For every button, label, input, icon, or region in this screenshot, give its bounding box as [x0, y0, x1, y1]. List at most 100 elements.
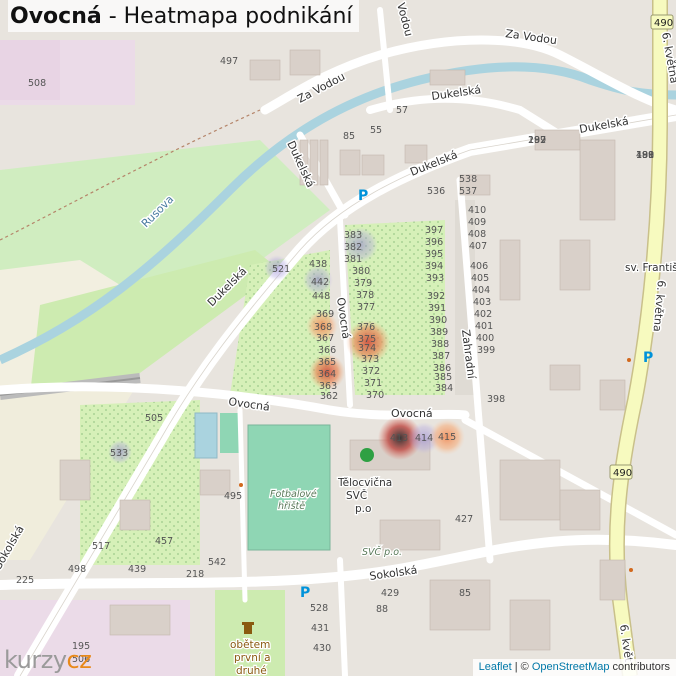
house-number: 378	[356, 290, 374, 301]
brand-kurzy: kurzy	[4, 646, 67, 674]
street-label: Ovocná	[391, 407, 433, 420]
house-number: 218	[186, 569, 204, 580]
football-pitch	[247, 424, 331, 551]
house-number: 431	[311, 623, 329, 634]
house-number: 85	[343, 131, 355, 142]
house-number: 393	[426, 273, 444, 284]
house-number: 381	[344, 254, 362, 265]
house-number: 429	[381, 588, 399, 599]
house-number: 395	[425, 249, 443, 260]
brand-logo[interactable]: kurzycz	[4, 646, 92, 674]
house-number: 384	[435, 383, 453, 394]
poi-label: první a	[234, 652, 271, 664]
house-number: 396	[425, 237, 443, 248]
title-rest: - Heatmapa podnikání	[101, 4, 353, 29]
house-number: 408	[468, 229, 486, 240]
house-number: 370	[366, 390, 384, 401]
poi-dot	[239, 483, 243, 487]
title-place: Ovocná	[10, 4, 102, 29]
house-number: 374	[358, 343, 376, 354]
house-number: 399	[477, 345, 495, 356]
house-number: 377	[357, 302, 375, 313]
house-number: 521	[272, 264, 290, 275]
house-number: 388	[431, 339, 449, 350]
house-number: 373	[361, 354, 379, 365]
svg-text:490: 490	[654, 18, 673, 29]
poi-label: SVČ p.o.	[362, 546, 402, 558]
house-number: 528	[310, 603, 328, 614]
house-number: 401	[475, 321, 493, 332]
house-number: 505	[145, 413, 163, 424]
house-number: 402	[474, 309, 492, 320]
house-number: 380	[352, 266, 370, 277]
house-number: 55	[370, 125, 382, 136]
house-number: 368	[314, 322, 332, 333]
house-number: 369	[316, 309, 334, 320]
poi-label: Tělocvična	[337, 477, 392, 489]
house-number: 542	[208, 557, 226, 568]
house-number: 364	[318, 369, 336, 380]
house-number: 188	[636, 150, 654, 161]
house-number: 389	[430, 327, 448, 338]
house-number: 379	[354, 278, 372, 289]
house-number: 390	[429, 315, 447, 326]
house-number: 533	[110, 448, 128, 459]
house-number: 430	[313, 643, 331, 654]
leaflet-link[interactable]: Leaflet	[479, 661, 512, 673]
house-number: 398	[487, 394, 505, 405]
poi-label: Fotbalové	[270, 489, 317, 500]
road-shield: 490	[650, 14, 674, 30]
house-number: 406	[470, 261, 488, 272]
house-number: 410	[468, 205, 486, 216]
house-number: 497	[220, 56, 238, 67]
brand-cz: cz	[66, 646, 92, 674]
house-number: 404	[472, 285, 490, 296]
attribution-sep: | ©	[511, 661, 532, 673]
house-number: 372	[362, 366, 380, 377]
house-number: 391	[428, 303, 446, 314]
house-number: 400	[476, 333, 494, 344]
house-number: 392	[427, 291, 445, 302]
house-number: 414	[415, 433, 433, 444]
parking-icon: P	[300, 585, 310, 601]
house-number: 57	[396, 105, 408, 116]
house-number: 192	[528, 135, 546, 146]
sports-icon	[360, 448, 374, 462]
house-number: 407	[469, 241, 487, 252]
house-number: 376	[357, 322, 375, 333]
house-number: 403	[473, 297, 491, 308]
house-number: 495	[224, 491, 242, 502]
poi-label: sv. Františ	[625, 262, 676, 274]
attribution-contributors: contributors	[609, 661, 670, 673]
house-number: 362	[320, 391, 338, 402]
poi-label: obětem	[230, 639, 270, 651]
house-number: 538	[459, 174, 477, 185]
poi-dot	[629, 568, 633, 572]
house-number: 85	[459, 588, 471, 599]
house-number: 427	[455, 514, 473, 525]
house-number: 397	[425, 225, 443, 236]
house-number: 225	[16, 575, 34, 586]
house-number: 438	[309, 259, 327, 270]
house-number: 405	[471, 273, 489, 284]
house-number: 394	[425, 261, 443, 272]
poi-label: hřiště	[278, 501, 305, 512]
house-number: 536	[427, 186, 445, 197]
map[interactable]: Za Vodou Za Vodou Vodou Dukelská Dukelsk…	[0, 0, 676, 676]
page-title: Ovocná - Heatmapa podnikání	[8, 0, 359, 32]
poi-label: p.o	[355, 503, 371, 515]
poi-dot	[627, 358, 631, 362]
house-number: 382	[344, 242, 362, 253]
road-shield: 490	[609, 464, 633, 480]
house-number: 457	[155, 536, 173, 547]
house-number: 409	[468, 217, 486, 228]
house-number: 439	[128, 564, 146, 575]
house-number: 508	[28, 78, 46, 89]
house-number: 367	[316, 333, 334, 344]
parking-icon: P	[358, 188, 368, 204]
house-number: 415	[438, 432, 456, 443]
poi-label: druhé	[236, 665, 267, 676]
osm-link[interactable]: OpenStreetMap	[532, 661, 610, 673]
house-number: 498	[68, 564, 86, 575]
house-number: 365	[318, 357, 336, 368]
